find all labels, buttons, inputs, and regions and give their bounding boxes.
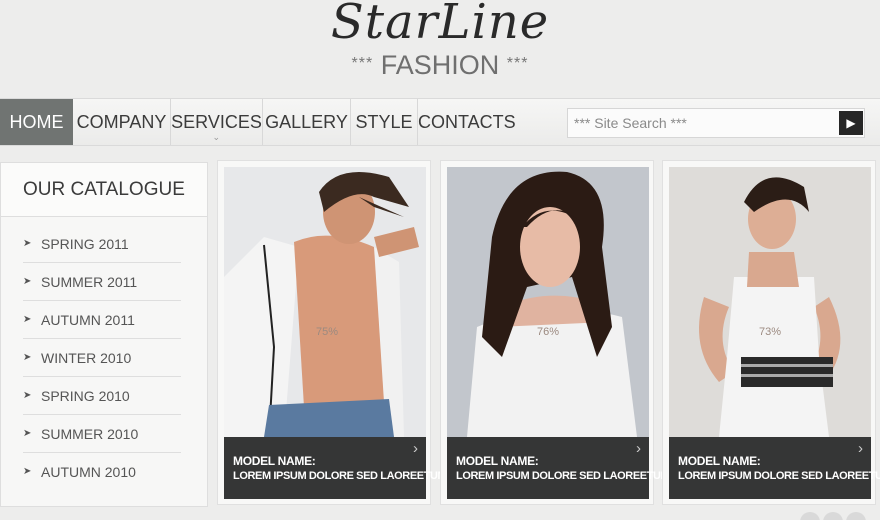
bullet-icon: ➤ [23,390,32,401]
nav-label: HOME [9,112,64,132]
nav-label: COMPANY [76,112,167,132]
search-box: ▶ [567,108,865,138]
nav-item-gallery[interactable]: GALLERY [263,99,351,145]
catalogue-item-label: WINTER 2010 [41,350,132,366]
model-description: LOREM IPSUM DOLORE SED LAOREETUM [678,470,880,482]
nav-label: CONTACTS [418,112,516,132]
nav-item-home[interactable]: HOME [0,99,73,145]
catalogue-item-autumn-2011[interactable]: ➤ AUTUMN 2011 [23,301,181,339]
model-card[interactable]: 75% › MODEL NAME: LOREM IPSUM DOLORE SED… [217,160,447,505]
chevron-down-icon: ⌄ [212,132,221,142]
model-caption: › MODEL NAME: LOREM IPSUM DOLORE SED LAO… [447,437,670,499]
catalogue-item-label: SPRING 2010 [41,388,130,404]
model-description: LOREM IPSUM DOLORE SED LAOREETUM [233,470,447,482]
model-name: MODEL NAME: [456,454,539,468]
bullet-icon: ➤ [23,428,32,439]
model-description: LOREM IPSUM DOLORE SED LAOREETUM [456,470,670,482]
percent-label: 76% [537,326,560,338]
sidebar-title: OUR CATALOGUE [1,163,207,217]
bullet-icon: ➤ [23,466,32,477]
nav-item-contacts[interactable]: CONTACTS [418,99,516,145]
logo-stars-left: *** [351,55,374,72]
catalogue-item-label: AUTUMN 2011 [41,312,135,328]
catalogue-item-label: SUMMER 2011 [41,274,138,290]
logo-fashion: FASHION [380,50,500,80]
catalogue-item-spring-2010[interactable]: ➤ SPRING 2010 [23,377,181,415]
model-photo[interactable] [447,167,649,437]
catalogue-list: ➤ SPRING 2011 ➤ SUMMER 2011 ➤ AUTUMN 2011 ➤… [1,225,207,491]
slider-pagination [797,512,866,520]
model-caption: › MODEL NAME: LOREM IPSUM DOLORE SED LAO… [224,437,447,499]
bullet-icon: ➤ [23,238,32,249]
nav-item-style[interactable]: STYLE [351,99,418,145]
chevron-right-icon[interactable]: › [413,440,418,457]
slider-dot[interactable] [846,512,866,520]
chevron-right-icon[interactable]: › [636,440,641,457]
model-caption: › MODEL NAME: LOREM IPSUM DOLORE SED LAO… [669,437,880,499]
slider-dot[interactable] [823,512,843,520]
catalogue-sidebar: OUR CATALOGUE ➤ SPRING 2011 ➤ SUMMER 2011 … [0,162,208,507]
catalogue-item-label: AUTUMN 2010 [41,464,136,480]
logo-subtitle: *** FASHION *** [0,50,880,81]
model-photo[interactable] [669,167,871,437]
logo-title: StarLine [330,0,550,50]
nav-label: GALLERY [265,112,348,132]
catalogue-item-label: SUMMER 2010 [41,426,139,442]
arrow-right-icon: ▶ [846,116,856,130]
nav-label: STYLE [355,112,413,132]
catalogue-item-label: SPRING 2011 [41,236,129,252]
model-name: MODEL NAME: [233,454,316,468]
catalogue-item-winter-2010[interactable]: ➤ WINTER 2010 [23,339,181,377]
search-input[interactable] [574,113,834,133]
main-nav: HOME COMPANY SERVICES ⌄ GALLERY STYLE CO… [0,98,880,146]
model-name: MODEL NAME: [678,454,761,468]
site-logo[interactable]: StarLine *** FASHION *** [0,0,880,92]
catalogue-item-autumn-2010[interactable]: ➤ AUTUMN 2010 [23,453,181,491]
bullet-icon: ➤ [23,352,32,363]
bullet-icon: ➤ [23,276,32,287]
slider-dot[interactable] [800,512,820,520]
model-card[interactable]: 76% › MODEL NAME: LOREM IPSUM DOLORE SED… [440,160,670,505]
logo-stars-right: *** [506,55,529,72]
catalogue-item-summer-2011[interactable]: ➤ SUMMER 2011 [23,263,181,301]
nav-item-services[interactable]: SERVICES ⌄ [171,99,263,145]
model-card[interactable]: 73% › MODEL NAME: LOREM IPSUM DOLORE SED… [662,160,880,505]
nav-label: SERVICES [171,112,262,132]
chevron-right-icon[interactable]: › [858,440,863,457]
percent-label: 75% [316,326,339,338]
search-button[interactable]: ▶ [839,111,863,135]
model-photo[interactable] [224,167,426,437]
percent-label: 73% [759,326,782,338]
bullet-icon: ➤ [23,314,32,325]
nav-item-company[interactable]: COMPANY [73,99,171,145]
catalogue-item-summer-2010[interactable]: ➤ SUMMER 2010 [23,415,181,453]
catalogue-item-spring-2011[interactable]: ➤ SPRING 2011 [23,225,181,263]
